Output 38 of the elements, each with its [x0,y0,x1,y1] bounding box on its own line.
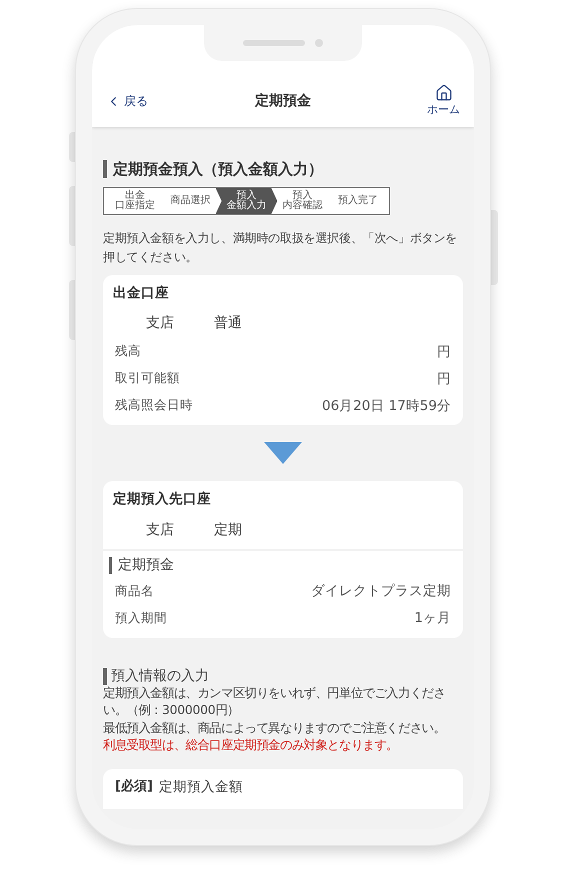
instruction-text: 定期預入金額を入力し、満期時の取扱を選択後、「次へ」ボタンを押してください。 [103,230,458,266]
page-title: 定期預金預入（預入金額入力） [103,160,463,178]
row-value: 1ヶ月 [414,608,451,628]
required-label: [必須] [115,778,153,796]
home-icon [434,84,452,102]
note-text: 定期預入金額は、カンマ区切りをいれず、円単位でご入力ください。（例：3000000円） [103,684,446,719]
branch-name: 支店 [146,314,174,334]
account-type: 普通 [214,314,242,334]
step-label: 金額入力 [226,201,266,211]
note-text: 最低預入金額は、商品によって異なりますのでご注意ください。 [103,720,446,736]
step-label: 口座指定 [114,201,155,211]
step-label: 預入 [292,191,312,201]
step-label: 出金 [124,191,145,201]
row-value: 円 [437,342,451,362]
section-heading: 預入情報の入力 [103,668,463,684]
row-value: 06月20日 17時59分 [322,396,451,416]
step-label: 内容確認 [282,201,322,211]
header-title: 定期預金 [254,92,312,110]
account-type: 定期 [214,520,242,540]
branch-name: 支店 [146,520,174,540]
home-button[interactable]: ホーム [380,84,460,118]
warning-text: 利息受取型は、総合口座定期預金のみ対象となります。 [103,737,400,754]
step-label: 商品選択 [170,196,211,206]
row-value: ダイレクトプラス定期 [311,582,451,601]
row-label: 商品名 [115,582,154,600]
card-title: 定期預入先口座 [113,490,212,510]
row-value: 円 [437,370,451,389]
down-arrow-icon [264,442,302,464]
row-label: 残高照会日時 [115,396,193,414]
card-title: 出金口座 [113,284,170,303]
field-label: 定期預入金額 [158,778,243,796]
back-button[interactable]: 戻る [106,92,186,110]
row-label: 取引可能額 [115,369,180,388]
row-label: 残高 [115,342,141,360]
step-label: 預入完了 [338,196,378,206]
step-label: 預入 [236,191,256,201]
row-label: 預入期間 [115,608,167,627]
section-heading: 定期預金 [109,556,453,574]
